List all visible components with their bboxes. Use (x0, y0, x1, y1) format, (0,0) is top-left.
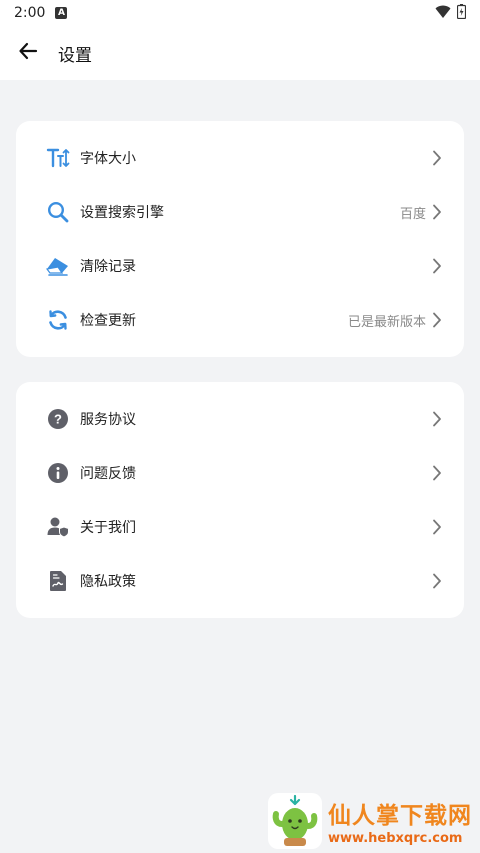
status-indicators (435, 3, 467, 23)
watermark: 仙人掌下载网 www.hebxqrc.com (268, 792, 474, 850)
chevron-right-icon (430, 465, 444, 481)
setting-label: 隐私政策 (80, 574, 136, 590)
app-bar: 设置 (0, 26, 480, 80)
chevron-right-icon (430, 573, 444, 589)
setting-label: 关于我们 (80, 520, 136, 536)
question-icon: ? (46, 407, 70, 431)
setting-label: 清除记录 (80, 259, 136, 275)
wifi-icon (435, 4, 451, 23)
setting-value: 已是最新版本 (347, 314, 426, 330)
watermark-url: www.hebxqrc.com (328, 831, 463, 846)
status-time: 2:00 (14, 5, 46, 21)
chevron-right-icon (430, 519, 444, 535)
setting-row-about-us[interactable]: 关于我们 (16, 500, 464, 554)
chevron-right-icon (430, 312, 444, 328)
setting-row-search-engine[interactable]: 设置搜索引擎 百度 (16, 185, 464, 239)
setting-row-privacy-policy[interactable]: 隐私政策 (16, 554, 464, 608)
setting-label: 检查更新 (80, 313, 136, 329)
notification-icon: A (55, 7, 68, 19)
chevron-right-icon (430, 150, 444, 166)
arrow-left-icon (18, 41, 38, 65)
watermark-title: 仙人掌下载网 (328, 803, 472, 829)
font-size-icon (46, 146, 70, 170)
back-button[interactable] (0, 26, 56, 80)
chevron-right-icon (430, 258, 444, 274)
refresh-icon (46, 308, 70, 332)
info-icon (46, 461, 70, 485)
search-icon (46, 200, 70, 224)
setting-label: 设置搜索引擎 (80, 205, 164, 221)
settings-group-general: 字体大小 设置搜索引擎 百度 清除记录 检查更新 已是最新版本 (16, 121, 464, 357)
setting-label: 字体大小 (80, 151, 136, 167)
watermark-text: 仙人掌下载网 www.hebxqrc.com (328, 796, 472, 846)
svg-text:?: ? (54, 412, 62, 427)
setting-row-service-agreement[interactable]: ? 服务协议 (16, 392, 464, 446)
chevron-right-icon (430, 411, 444, 427)
page-title: 设置 (58, 45, 92, 66)
cactus-logo-icon (268, 793, 322, 849)
settings-group-about: ? 服务协议 问题反馈 关于我们 隐私政策 (16, 382, 464, 618)
eraser-icon (46, 254, 70, 278)
setting-value: 百度 (399, 206, 426, 222)
setting-label: 服务协议 (80, 412, 136, 428)
chevron-right-icon (430, 204, 444, 220)
document-icon (46, 569, 70, 593)
setting-row-check-update[interactable]: 检查更新 已是最新版本 (16, 293, 464, 347)
setting-row-font-size[interactable]: 字体大小 (16, 131, 464, 185)
setting-label: 问题反馈 (80, 466, 136, 482)
battery-icon (456, 3, 467, 23)
setting-row-feedback[interactable]: 问题反馈 (16, 446, 464, 500)
status-bar: 2:00 A (0, 0, 480, 26)
setting-row-clear-history[interactable]: 清除记录 (16, 239, 464, 293)
user-shield-icon (46, 515, 70, 539)
